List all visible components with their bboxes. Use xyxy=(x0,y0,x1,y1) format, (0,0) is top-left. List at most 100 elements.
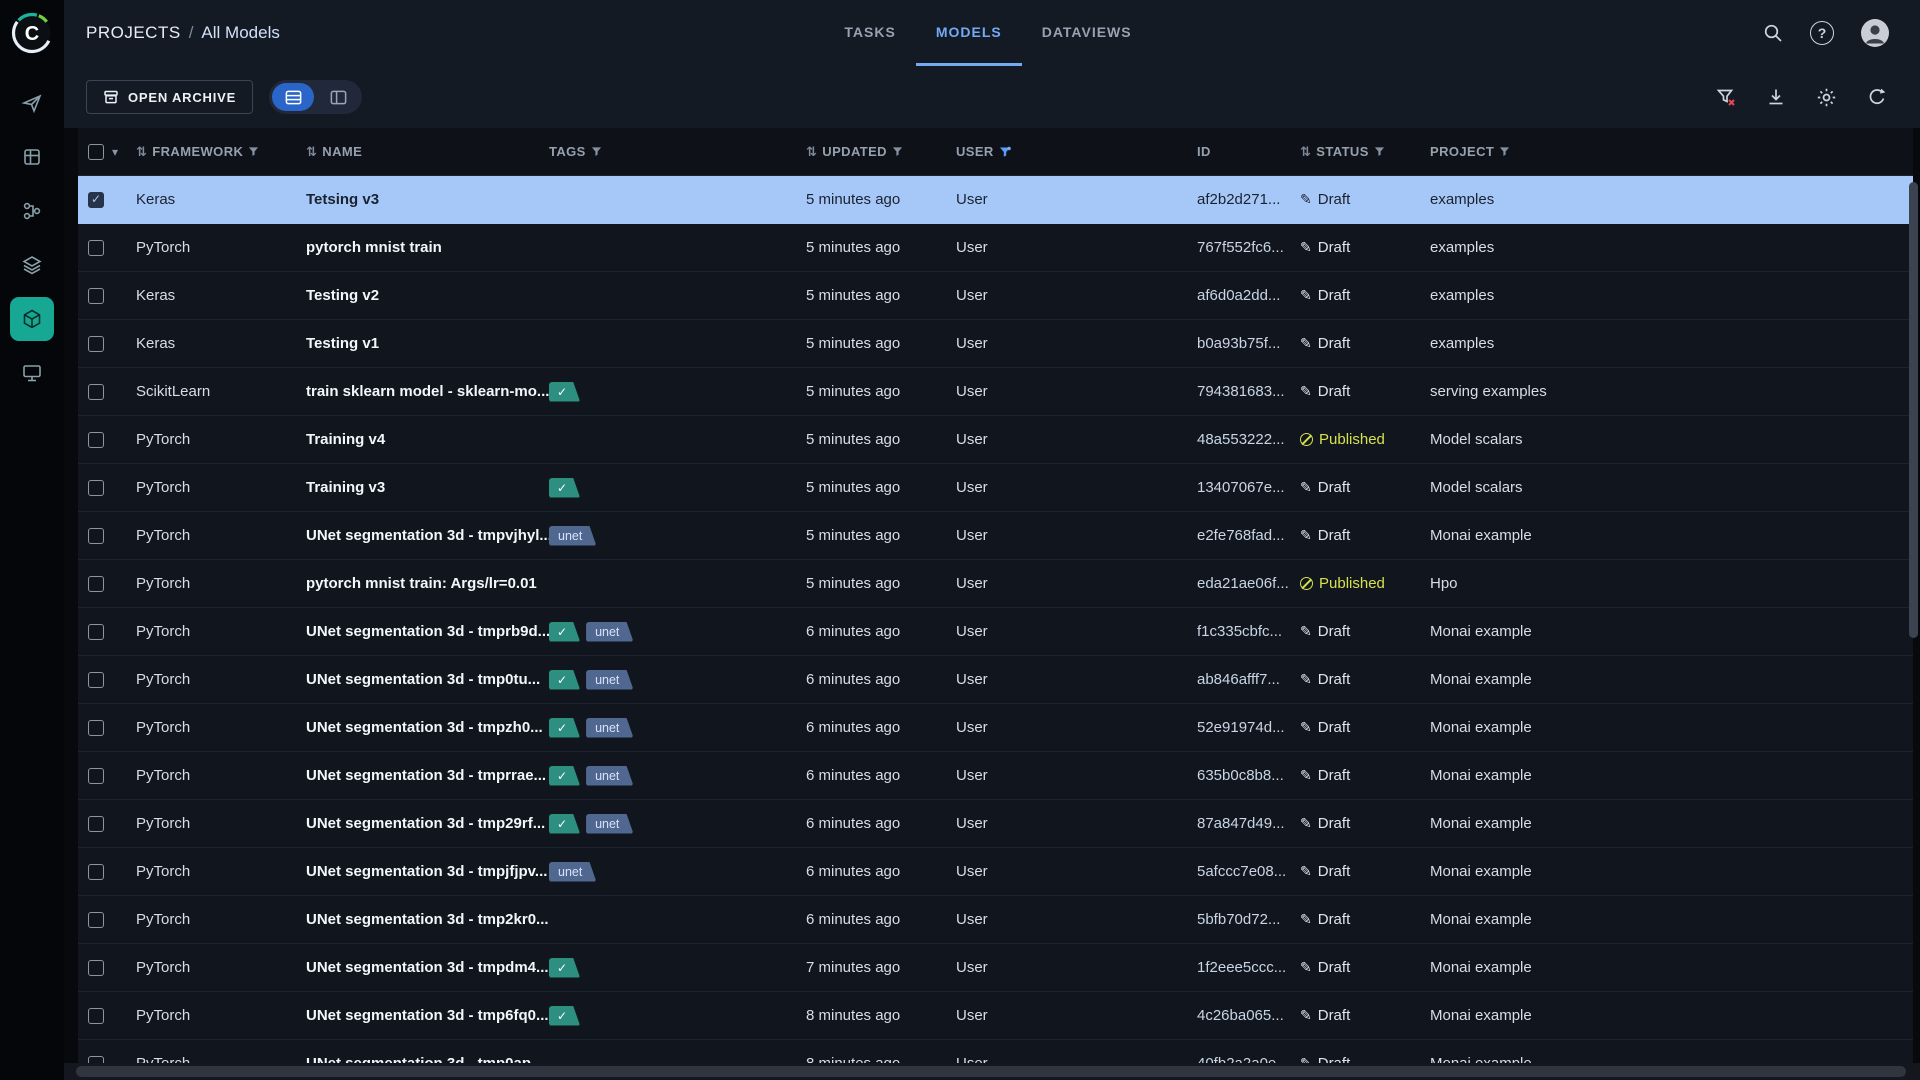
row-checkbox[interactable] xyxy=(88,1008,104,1024)
cell-id[interactable]: 87a847d49... xyxy=(1197,815,1300,832)
row-checkbox[interactable] xyxy=(88,192,104,208)
clear-filters-icon[interactable] xyxy=(1716,87,1736,107)
cell-name[interactable]: UNet segmentation 3d - tmprb9d... xyxy=(306,623,549,640)
filter-icon[interactable] xyxy=(591,146,602,157)
sidebar-item-projects[interactable] xyxy=(10,81,54,125)
tab-dataviews[interactable]: DATAVIEWS xyxy=(1022,0,1152,66)
table-row[interactable]: PyTorch UNet segmentation 3d - tmp0tu...… xyxy=(78,656,1913,704)
user-avatar[interactable] xyxy=(1860,18,1890,48)
cell-name[interactable]: Testing v1 xyxy=(306,335,549,352)
column-header-tags[interactable]: TAGS xyxy=(549,144,806,159)
sidebar-item-reports[interactable] xyxy=(10,243,54,287)
cell-name[interactable]: pytorch mnist train: Args/lr=0.01 xyxy=(306,575,549,592)
settings-gear-icon[interactable] xyxy=(1816,87,1837,108)
table-row[interactable]: PyTorch pytorch mnist train 5 minutes ag… xyxy=(78,224,1913,272)
cell-name[interactable]: UNet segmentation 3d - tmpzh0... xyxy=(306,719,549,736)
download-icon[interactable] xyxy=(1766,87,1786,107)
row-checkbox[interactable] xyxy=(88,336,104,352)
cell-name[interactable]: train sklearn model - sklearn-mo... xyxy=(306,383,549,400)
cell-name[interactable]: UNet segmentation 3d - tmprrae... xyxy=(306,767,549,784)
selection-dropdown-caret[interactable]: ▾ xyxy=(112,145,118,159)
search-icon[interactable] xyxy=(1762,22,1784,44)
row-checkbox[interactable] xyxy=(88,576,104,592)
cell-id[interactable]: af2b2d271... xyxy=(1197,191,1300,208)
row-checkbox[interactable] xyxy=(88,672,104,688)
cell-id[interactable]: af6d0a2dd... xyxy=(1197,287,1300,304)
sidebar-item-pipelines[interactable] xyxy=(10,189,54,233)
cell-id[interactable]: eda21ae06f... xyxy=(1197,575,1300,592)
table-row[interactable]: Keras Tetsing v3 5 minutes ago User af2b… xyxy=(78,176,1913,224)
table-row[interactable]: PyTorch UNet segmentation 3d - tmp6fq0..… xyxy=(78,992,1913,1040)
cell-id[interactable]: 48a553222... xyxy=(1197,431,1300,448)
cell-name[interactable]: Testing v2 xyxy=(306,287,549,304)
sort-icon[interactable]: ⇅ xyxy=(306,144,317,160)
row-checkbox[interactable] xyxy=(88,960,104,976)
filter-icon[interactable] xyxy=(1499,146,1510,157)
row-checkbox[interactable] xyxy=(88,624,104,640)
column-header-updated[interactable]: ⇅ UPDATED xyxy=(806,144,956,160)
cell-id[interactable]: e2fe768fad... xyxy=(1197,527,1300,544)
filter-icon[interactable] xyxy=(248,146,259,157)
table-row[interactable]: PyTorch UNet segmentation 3d - tmpzh0...… xyxy=(78,704,1913,752)
row-checkbox[interactable] xyxy=(88,432,104,448)
cell-name[interactable]: Training v4 xyxy=(306,431,549,448)
table-row[interactable]: PyTorch UNet segmentation 3d - tmpjfjpv.… xyxy=(78,848,1913,896)
column-header-name[interactable]: ⇅ NAME xyxy=(306,144,549,160)
row-checkbox[interactable] xyxy=(88,864,104,880)
sort-icon[interactable]: ⇅ xyxy=(806,144,817,160)
table-row[interactable]: PyTorch UNet segmentation 3d - tmprb9d..… xyxy=(78,608,1913,656)
row-checkbox[interactable] xyxy=(88,288,104,304)
horizontal-scrollbar-thumb[interactable] xyxy=(76,1066,1906,1077)
row-checkbox[interactable] xyxy=(88,240,104,256)
row-checkbox[interactable] xyxy=(88,384,104,400)
horizontal-scrollbar[interactable] xyxy=(64,1063,1920,1080)
table-view-button[interactable] xyxy=(272,83,314,111)
table-row[interactable]: PyTorch Training v4 5 minutes ago User 4… xyxy=(78,416,1913,464)
cell-name[interactable]: UNet segmentation 3d - tmpjfjpv... xyxy=(306,863,549,880)
row-checkbox[interactable] xyxy=(88,480,104,496)
table-row[interactable]: PyTorch UNet segmentation 3d - tmpdm4...… xyxy=(78,944,1913,992)
column-header-id[interactable]: ID xyxy=(1197,144,1300,159)
table-row[interactable]: ScikitLearn train sklearn model - sklear… xyxy=(78,368,1913,416)
vertical-scrollbar-thumb[interactable] xyxy=(1909,182,1918,638)
sort-icon[interactable]: ⇅ xyxy=(1300,144,1311,160)
breadcrumb-projects[interactable]: PROJECTS xyxy=(86,23,181,43)
select-all-checkbox[interactable] xyxy=(88,144,104,160)
refresh-icon[interactable] xyxy=(1867,87,1887,107)
cell-id[interactable]: 1f2eee5ccc... xyxy=(1197,959,1300,976)
tab-models[interactable]: MODELS xyxy=(916,0,1022,66)
table-row[interactable]: PyTorch UNet segmentation 3d - tmprrae..… xyxy=(78,752,1913,800)
cell-id[interactable]: 794381683... xyxy=(1197,383,1300,400)
filter-icon-active[interactable] xyxy=(999,146,1011,158)
table-row[interactable]: PyTorch pytorch mnist train: Args/lr=0.0… xyxy=(78,560,1913,608)
cell-name[interactable]: UNet segmentation 3d - tmp6fq0... xyxy=(306,1007,549,1024)
column-header-user[interactable]: USER xyxy=(956,144,1197,159)
help-icon[interactable]: ? xyxy=(1810,21,1834,45)
table-row[interactable]: Keras Testing v1 5 minutes ago User b0a9… xyxy=(78,320,1913,368)
cell-id[interactable]: 13407067e... xyxy=(1197,479,1300,496)
breadcrumb-current[interactable]: All Models xyxy=(201,23,279,43)
row-checkbox[interactable] xyxy=(88,912,104,928)
cell-id[interactable]: b0a93b75f... xyxy=(1197,335,1300,352)
cell-id[interactable]: f1c335cbfc... xyxy=(1197,623,1300,640)
open-archive-button[interactable]: OPEN ARCHIVE xyxy=(86,80,253,114)
table-row[interactable]: PyTorch Training v3 ✓ 5 minutes ago User… xyxy=(78,464,1913,512)
column-header-status[interactable]: ⇅ STATUS xyxy=(1300,144,1430,160)
filter-icon[interactable] xyxy=(892,146,903,157)
table-row[interactable]: PyTorch UNet segmentation 3d - tmp29rf..… xyxy=(78,800,1913,848)
clearml-logo-icon[interactable]: C xyxy=(10,11,54,55)
row-checkbox[interactable] xyxy=(88,720,104,736)
table-row[interactable]: PyTorch UNet segmentation 3d - tmp2kr0..… xyxy=(78,896,1913,944)
cell-id[interactable]: 635b0c8b8... xyxy=(1197,767,1300,784)
cell-id[interactable]: ab846afff7... xyxy=(1197,671,1300,688)
table-row[interactable]: Keras Testing v2 5 minutes ago User af6d… xyxy=(78,272,1913,320)
filter-icon[interactable] xyxy=(1374,146,1385,157)
cell-id[interactable]: 767f552fc6... xyxy=(1197,239,1300,256)
column-header-project[interactable]: PROJECT xyxy=(1430,144,1913,159)
cell-name[interactable]: UNet segmentation 3d - tmp2kr0... xyxy=(306,911,549,928)
cell-name[interactable]: Training v3 xyxy=(306,479,549,496)
tab-tasks[interactable]: TASKS xyxy=(824,0,915,66)
column-header-framework[interactable]: ⇅ FRAMEWORK xyxy=(136,144,306,160)
sidebar-item-models[interactable] xyxy=(10,297,54,341)
sidebar-item-datasets[interactable] xyxy=(10,135,54,179)
